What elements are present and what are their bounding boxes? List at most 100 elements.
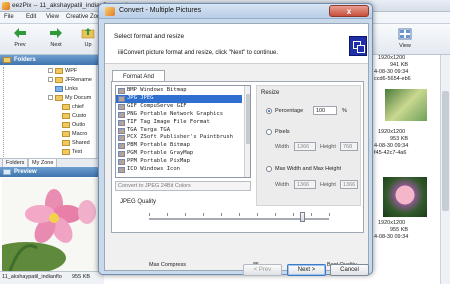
format-item[interactable]: PNG Portable Network Graphics — [116, 111, 242, 119]
tree-item-label: WPF — [65, 68, 78, 74]
format-item[interactable]: ICO Windows Icon — [116, 166, 242, 174]
format-item[interactable]: JPG JPEG — [116, 94, 242, 103]
image-format-icon — [118, 111, 125, 118]
expander-icon[interactable] — [48, 77, 53, 83]
folder-icon — [55, 67, 63, 74]
slider-tick — [149, 213, 150, 216]
next-button[interactable]: Next > — [287, 264, 326, 276]
expander-icon[interactable] — [48, 95, 53, 101]
format-item[interactable]: TIF Tag Image File Format — [116, 119, 242, 127]
percent-sign: % — [342, 108, 347, 114]
format-item[interactable]: BMP Windows Bitmap — [116, 87, 242, 95]
jpeg-quality-title: JPEG Quality — [120, 199, 157, 205]
thumb-1-size: 1920x1200 — [378, 55, 406, 61]
up-folder-icon — [81, 28, 95, 39]
format-item[interactable]: GIF CompuServe GIF — [116, 103, 242, 111]
menu-edit[interactable]: Edit — [26, 14, 36, 20]
format-item[interactable]: PGM Portable GrayMap — [116, 150, 242, 158]
links-icon — [55, 85, 63, 92]
format-item[interactable]: PBM Portable Bitmap — [116, 142, 242, 150]
menu-file[interactable]: File — [4, 14, 14, 20]
pixels-radio[interactable] — [266, 129, 272, 135]
thumb-1-bytes: 941 KB — [390, 62, 409, 68]
format-item-label: TIF Tag Image File Format — [127, 118, 210, 125]
dialog-title: Convert - Multiple Pictures — [119, 7, 202, 14]
tree-item-my-documents[interactable]: My Docum — [48, 94, 91, 102]
format-item-label: TGA Targa TGA — [127, 126, 171, 133]
tree-item-label: JFRename — [65, 77, 92, 83]
max-height-input[interactable]: 1366 — [340, 180, 358, 189]
max-width-input[interactable]: 1366 — [294, 180, 316, 189]
format-list-scrollbar[interactable] — [244, 86, 250, 177]
max-size-label: Max Width and Max Height — [275, 166, 342, 172]
prev-button[interactable]: < Prev — [243, 264, 282, 276]
format-item-label: PCX ZSoft Publisher's Paintbrush — [127, 134, 233, 141]
close-icon: x — [346, 7, 352, 16]
tree-item-shared[interactable]: Shared — [62, 139, 90, 147]
tree-item-jfrename[interactable]: JFRename — [48, 76, 92, 84]
app-icon — [2, 2, 10, 10]
convert-to-field: Convert to JPEG 24Bit Colors — [115, 181, 251, 191]
format-item-label: JPG JPEG — [127, 94, 154, 101]
thumb-2-size: 1920x1200 — [378, 129, 406, 135]
thumbnail-image-3[interactable] — [383, 177, 427, 217]
format-item-label: PPM Portable PixMap — [127, 158, 190, 165]
folders-header: Folders — [0, 55, 104, 65]
quality-slider-thumb[interactable] — [300, 212, 305, 222]
width-label: Width — [275, 144, 290, 150]
format-item[interactable]: PPM Portable PixMap — [116, 158, 242, 166]
percentage-radio[interactable] — [266, 108, 272, 114]
format-item-label: ICO Windows Icon — [127, 166, 180, 172]
tree-item-label: Test — [72, 149, 83, 155]
thumb-3-bytes: 955 KB — [390, 227, 409, 233]
format-item-label: BMP Windows Bitmap — [127, 87, 187, 93]
left-pane: Folders WPF JFRename Links My Docum chie… — [0, 55, 104, 284]
image-format-icon — [118, 151, 125, 158]
tree-item-chief[interactable]: chief — [62, 103, 84, 111]
next-button[interactable]: Next — [40, 27, 72, 53]
tree-item-outlook[interactable]: Outlo — [62, 121, 85, 129]
thumb-2-date: 4-08-30 09:34 — [374, 143, 409, 149]
format-item[interactable]: TGA Targa TGA — [116, 127, 242, 135]
image-format-icon — [118, 127, 125, 134]
thumbnail-scrollbar[interactable] — [440, 55, 450, 284]
view-button[interactable]: View — [390, 26, 420, 53]
width-input[interactable]: 1366 — [294, 142, 316, 151]
pixels-label: Pixels — [275, 129, 290, 135]
height-input[interactable]: 768 — [340, 142, 358, 151]
expander-icon[interactable] — [48, 68, 53, 74]
percentage-label: Percentage — [275, 108, 304, 114]
thumb-meta-1: 1920x1200 941 KB 4-08-30 09:34 ccd6-5654… — [374, 55, 444, 82]
view-label: View — [399, 43, 411, 49]
thumbnail-image-1[interactable] — [385, 89, 427, 121]
format-item[interactable]: PCX ZSoft Publisher's Paintbrush — [116, 134, 242, 142]
max-width-label: Width — [275, 182, 290, 188]
slider-tick — [311, 213, 312, 216]
close-button[interactable]: x — [329, 5, 369, 17]
dialog-header: Select format and resize iiiiConvert pic… — [105, 24, 368, 64]
tree-item-links[interactable]: Links — [55, 85, 78, 93]
dialog-titlebar[interactable]: Convert - Multiple Pictures x — [99, 4, 372, 19]
tree-item-label: chief — [72, 104, 84, 110]
cancel-button[interactable]: Cancel — [330, 264, 369, 276]
preview-header: Preview — [0, 167, 104, 177]
format-item-label: PBM Portable Bitmap — [127, 142, 190, 149]
image-format-icon — [118, 95, 125, 102]
menu-view[interactable]: View — [46, 14, 59, 20]
percentage-input[interactable]: 100 — [313, 106, 337, 115]
tree-item-test[interactable]: Test — [62, 148, 82, 156]
thumb-1-date: 4-08-30 09:34 — [374, 69, 409, 75]
resize-group: Resize Percentage 100 % Pixels Width 136… — [256, 85, 361, 206]
thumbnail-scroll-thumb[interactable] — [442, 91, 449, 211]
tree-item-wpf[interactable]: WPF — [48, 67, 77, 75]
prev-button[interactable]: Prev — [4, 27, 36, 53]
image-format-icon — [118, 103, 125, 110]
format-list[interactable]: BMP Windows Bitmap JPG JPEG GIF CompuServe… — [115, 85, 251, 178]
tree-item-macro[interactable]: Macro — [62, 130, 87, 138]
folder-icon — [62, 148, 70, 155]
format-list-scroll-thumb[interactable] — [246, 94, 250, 144]
folder-icon — [62, 103, 70, 110]
tree-item-label: My Docum — [65, 95, 92, 101]
max-size-radio[interactable] — [266, 166, 272, 172]
tree-item-custom[interactable]: Custo — [62, 112, 86, 120]
